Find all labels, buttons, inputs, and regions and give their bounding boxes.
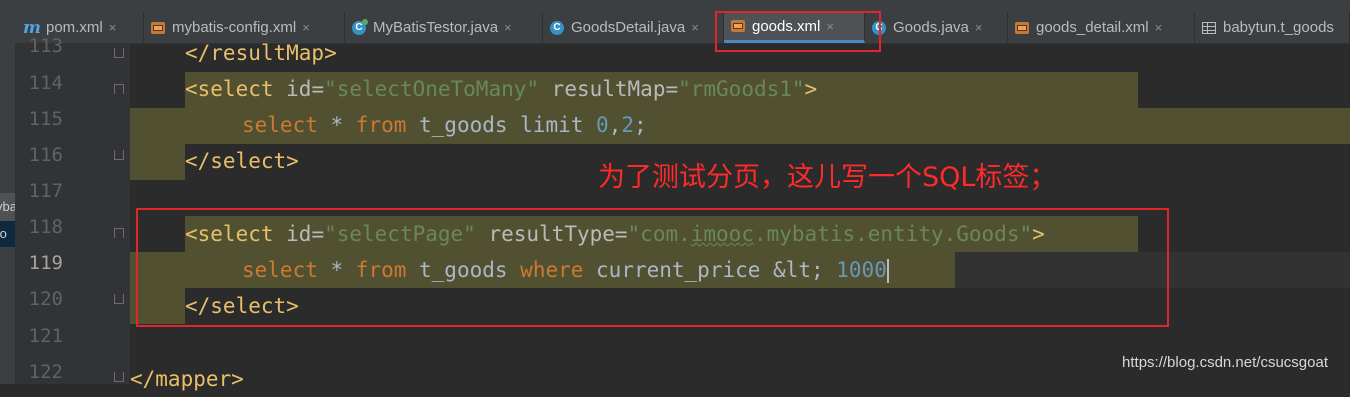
maven-icon: m	[23, 17, 41, 38]
fold-start-icon[interactable]	[114, 228, 124, 238]
code-line-113[interactable]: </resultMap>	[185, 35, 337, 71]
fold-end-icon[interactable]	[114, 48, 124, 58]
close-icon[interactable]: ×	[975, 20, 983, 35]
annotation-text: 为了测试分页，这儿写一个SQL标签；	[598, 162, 1057, 193]
line-number: 114	[28, 72, 63, 94]
match-highlight	[130, 144, 185, 180]
line-number: 117	[28, 180, 63, 202]
line-number: 115	[28, 108, 63, 130]
tab-label: goods_detail.xml	[1036, 19, 1149, 36]
close-icon[interactable]: ×	[1155, 20, 1163, 35]
close-icon[interactable]: ×	[504, 20, 512, 35]
line-number: 116	[28, 144, 63, 166]
tab-mybatistestor-java[interactable]: C MyBatisTestor.java ×	[345, 12, 543, 43]
active-tab-highlight-box	[715, 11, 881, 52]
title-strip	[0, 0, 1350, 8]
project-item-fragment[interactable]: yba	[0, 193, 15, 221]
code-line-115[interactable]: select * from t_goods limit 0,2;	[242, 107, 647, 143]
java-class-icon: C	[549, 20, 565, 36]
xml-file-icon	[1014, 20, 1030, 36]
line-number: 113	[28, 35, 63, 57]
code-line-116[interactable]: </select>	[185, 143, 299, 179]
line-number: 122	[28, 361, 63, 383]
fold-end-icon[interactable]	[114, 294, 124, 304]
close-icon[interactable]: ×	[691, 20, 699, 35]
project-item-fragment[interactable]: to	[0, 221, 15, 247]
line-number: 120	[28, 288, 63, 310]
watermark: https://blog.csdn.net/csucsgoat	[1122, 354, 1328, 371]
fold-start-icon[interactable]	[114, 84, 124, 94]
line-number-current: 119	[28, 252, 63, 274]
tab-label: pom.xml	[46, 19, 103, 36]
tab-goodsdetail-java[interactable]: C GoodsDetail.java ×	[543, 12, 724, 43]
tab-label: babytun.t_goods	[1223, 19, 1334, 36]
table-icon	[1201, 20, 1217, 36]
project-panel-edge: yba to	[0, 43, 15, 384]
code-line-122[interactable]: </mapper>	[130, 361, 244, 397]
close-icon[interactable]: ×	[109, 20, 117, 35]
xml-file-icon	[150, 20, 166, 36]
code-line-114[interactable]: <select id="selectOneToMany" resultMap="…	[185, 71, 817, 107]
tab-goods-java[interactable]: C Goods.java ×	[865, 12, 1008, 43]
tab-babytun-t-goods[interactable]: babytun.t_goods	[1195, 12, 1350, 43]
tab-label: MyBatisTestor.java	[373, 19, 499, 36]
close-icon[interactable]: ×	[302, 20, 310, 35]
fold-end-icon[interactable]	[114, 372, 124, 382]
fold-end-icon[interactable]	[114, 150, 124, 160]
tab-goods-detail-xml[interactable]: goods_detail.xml ×	[1008, 12, 1195, 43]
java-class-icon: C	[351, 18, 368, 36]
code-highlight-box	[136, 208, 1169, 327]
line-number: 121	[28, 325, 63, 347]
line-number: 118	[28, 216, 63, 238]
tab-label: mybatis-config.xml	[172, 19, 297, 36]
tab-label: Goods.java	[893, 19, 969, 36]
tab-label: GoodsDetail.java	[571, 19, 686, 36]
